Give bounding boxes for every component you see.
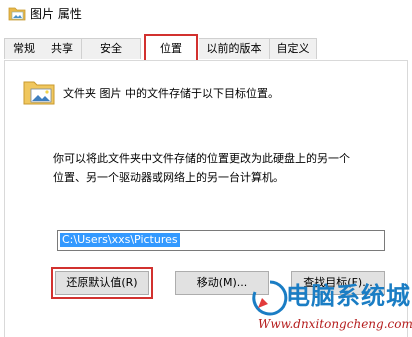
tab-strip: 常规 共享 安全 位置 以前的版本 自定义 — [0, 32, 412, 62]
location-path-input[interactable]: C:\Users\xxs\Pictures — [57, 230, 385, 251]
watermark-logo-icon — [252, 280, 288, 316]
folder-location-description: 文件夹 图片 中的文件存储于以下目标位置。 — [63, 87, 279, 100]
tab-sharing[interactable]: 共享 — [43, 38, 82, 59]
info-line-1: 你可以将此文件夹中文件存储的位置更改为此硬盘上的另一个 — [53, 152, 350, 165]
tab-previous-versions[interactable]: 以前的版本 — [199, 38, 270, 59]
location-path-value: C:\Users\xxs\Pictures — [60, 233, 180, 247]
tab-location[interactable]: 位置 — [144, 34, 198, 62]
window-title: 图片 属性 — [30, 7, 82, 21]
folder-pictures-icon — [8, 7, 26, 21]
location-info-text: 你可以将此文件夹中文件存储的位置更改为此硬盘上的另一个 位置、另一个驱动器或网络… — [53, 149, 393, 187]
tab-security[interactable]: 安全 — [82, 38, 141, 59]
title-bar: 图片 属性 — [0, 0, 412, 32]
watermark-title: 电脑系统城 — [286, 282, 411, 310]
info-line-2: 位置、另一个驱动器或网络上的另一台计算机。 — [53, 171, 284, 184]
restore-default-button[interactable]: 还原默认值(R) — [51, 267, 153, 299]
tab-customize[interactable]: 自定义 — [270, 38, 317, 59]
site-watermark: 电脑系统城 Www.dnxitongcheng.com — [250, 278, 412, 336]
watermark-url: Www.dnxitongcheng.com — [258, 317, 412, 331]
folder-pictures-icon — [23, 81, 55, 105]
tab-general[interactable]: 常规 — [4, 38, 44, 59]
